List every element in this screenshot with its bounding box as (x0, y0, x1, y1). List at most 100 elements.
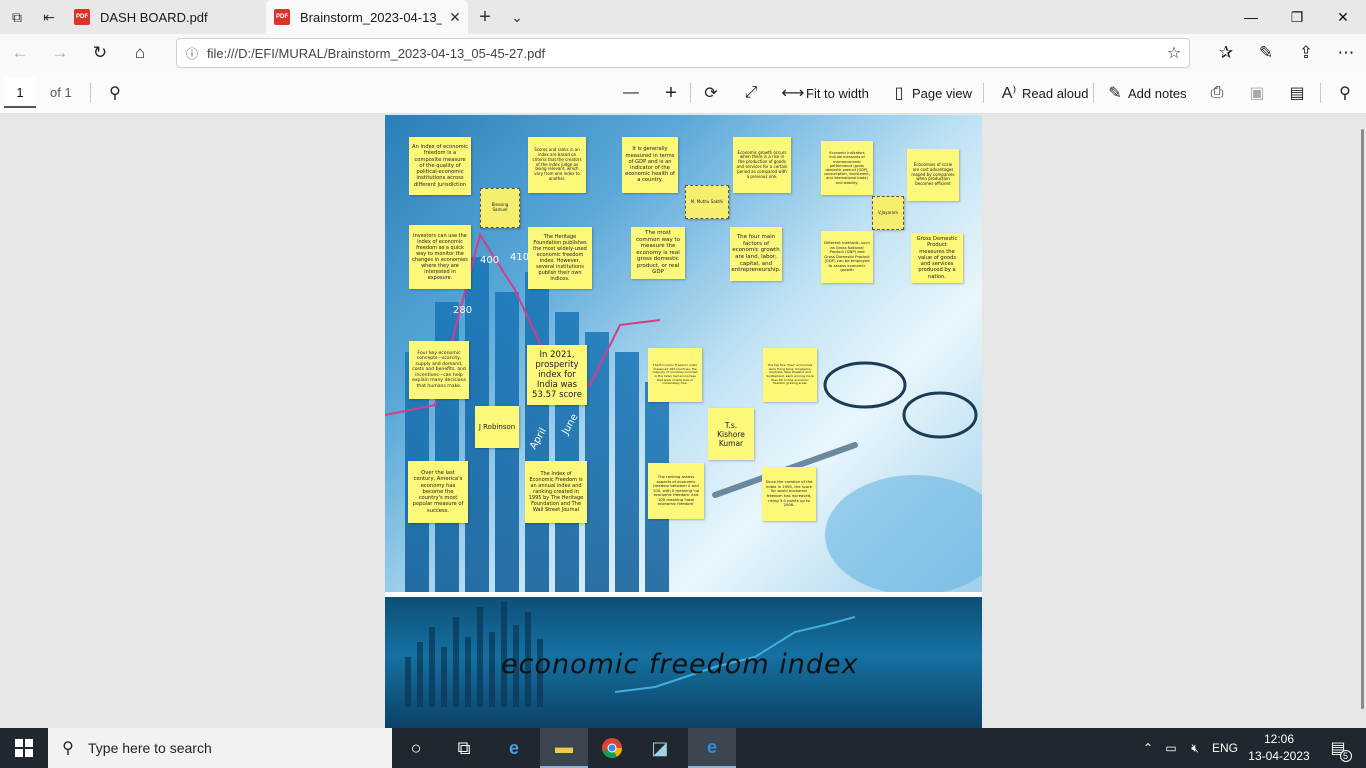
info-icon[interactable]: ⓘ (177, 45, 207, 62)
sticky-note: Scores and ranks in an index are based o… (528, 137, 586, 193)
tab-brainstorm[interactable]: PDF Brainstorm_2023-04-13_ ✕ (266, 0, 468, 34)
tab-back-icon[interactable]: ⇤ (32, 0, 66, 34)
rotate-icon: ⟳ (704, 85, 718, 102)
tab-label: Brainstorm_2023-04-13_ (300, 9, 442, 25)
show-hidden-icons-chevron-icon[interactable]: ⌃ (1138, 728, 1158, 768)
plus-icon: + (665, 81, 677, 104)
divider (90, 83, 91, 103)
sticky-note: In 2021, prosperity index for India was … (527, 345, 587, 405)
sticky-note: Over the last century, America's economy… (408, 461, 468, 523)
pdf-page: 400 410 280 April June An index of econo… (385, 115, 982, 728)
chart-tick-label: 410 (510, 252, 529, 263)
chart-tick-label: 400 (480, 255, 499, 266)
notification-center-icon[interactable]: ▤ 5 (1322, 728, 1354, 768)
pdf-toolbar: 1 of 1 ⚲ — + ⟳ ⤢ ⟷ Fit to width ▯ Page v… (0, 72, 1366, 114)
network-icon[interactable]: ▭ (1160, 728, 1182, 768)
language-indicator[interactable]: ENG (1210, 728, 1240, 768)
divider (1320, 83, 1321, 103)
new-tab-icon[interactable]: + (468, 0, 502, 34)
save-button[interactable]: ▣ (1244, 78, 1270, 108)
fit-to-width-button[interactable]: ⟷ Fit to width (780, 78, 869, 108)
taskbar-search-input[interactable]: ⚲ Type here to search (48, 728, 392, 768)
sticky-note: Gross Domestic Product measures the valu… (911, 233, 963, 283)
rotate-button[interactable]: ⟳ (698, 78, 724, 108)
sticky-note: Since the creation of the index in 1995,… (762, 467, 816, 521)
sticky-note: The most common way to measure the econo… (631, 227, 685, 279)
fit-to-width-label: Fit to width (806, 85, 869, 101)
share-icon[interactable]: ⇪ (1290, 37, 1322, 69)
save-as-icon: ▤ (1289, 85, 1305, 102)
clock[interactable]: 12:06 13-04-2023 (1248, 731, 1310, 765)
notification-count-badge: 5 (1339, 750, 1352, 762)
add-notes-button[interactable]: ✎ Add notes (1102, 78, 1187, 108)
url-field[interactable]: ⓘ file:///D:/EFI/MURAL/Brainstorm_2023-0… (176, 38, 1190, 68)
internet-explorer-icon[interactable]: e (490, 728, 538, 768)
sticky-note: Different methods, such as Gross Nationa… (821, 231, 873, 283)
expand-icon: ⤢ (744, 84, 758, 101)
more-menu-icon[interactable]: ⋯ (1330, 37, 1362, 69)
sticky-note: Economies of scale are cost advantages r… (907, 149, 959, 201)
read-aloud-label: Read aloud (1022, 85, 1089, 101)
page-view-button[interactable]: ▯ Page view (886, 78, 972, 108)
sticky-note: The Economic Freedom index measured 184 … (648, 348, 702, 402)
zoom-in-button[interactable]: + (658, 78, 684, 108)
add-notes-label: Add notes (1128, 85, 1187, 101)
mural-board: 400 410 280 April June An index of econo… (385, 115, 982, 592)
tab-label: DASH BOARD.pdf (100, 9, 208, 25)
url-text: file:///D:/EFI/MURAL/Brainstorm_2023-04-… (207, 45, 546, 61)
chart-tick-label: 280 (453, 305, 472, 316)
back-arrow-icon[interactable]: ← (4, 37, 36, 69)
minimize-button[interactable]: — (1228, 0, 1274, 34)
print-button[interactable]: ⎙ (1204, 78, 1230, 108)
notepad-icon[interactable]: ◪ (636, 728, 684, 768)
cortana-icon[interactable]: ○ (392, 728, 440, 768)
file-explorer-icon[interactable]: ▬ (540, 728, 588, 768)
vertical-scrollbar[interactable] (1361, 129, 1364, 709)
close-tab-icon[interactable]: ✕ (442, 9, 468, 26)
favorite-star-icon[interactable]: ☆ (1159, 43, 1189, 63)
sticky-note: The four main factors of economic growth… (730, 227, 782, 281)
sticky-note: Economic growth occurs when there is a r… (733, 137, 791, 193)
read-aloud-button[interactable]: A⁾ Read aloud (996, 78, 1089, 108)
save-as-button[interactable]: ▤ (1284, 78, 1310, 108)
pin-icon: ⚲ (1339, 85, 1351, 102)
save-icon: ▣ (1249, 85, 1265, 102)
tab-actions-icon[interactable]: ⧉ (0, 0, 34, 34)
print-icon: ⎙ (1210, 84, 1224, 101)
fullscreen-button[interactable]: ⤢ (738, 78, 764, 108)
banner-title: economic freedom index (501, 649, 859, 680)
chrome-logo (602, 738, 623, 759)
title-banner: economic freedom index (385, 597, 982, 728)
zoom-out-button[interactable]: — (618, 78, 644, 108)
volume-muted-icon[interactable]: 🔇︎ (1184, 728, 1206, 768)
start-button[interactable] (0, 728, 48, 768)
pin-toolbar-button[interactable]: ⚲ (1332, 78, 1358, 108)
page-icon: ▯ (894, 85, 904, 102)
edge-icon[interactable]: e (688, 728, 736, 768)
forward-arrow-icon[interactable]: → (44, 37, 76, 69)
fit-width-icon: ⟷ (781, 85, 805, 102)
refresh-icon[interactable]: ↻ (84, 37, 116, 69)
sticky-note: The Index of Economic Freedom is an annu… (525, 461, 587, 523)
search-button[interactable]: ⚲ (102, 78, 128, 108)
task-view-icon[interactable]: ⧉ (440, 728, 488, 768)
sticky-note: Investors can use the index of economic … (409, 225, 471, 289)
home-icon[interactable]: ⌂ (124, 37, 156, 69)
page-number-input[interactable]: 1 (4, 78, 36, 108)
search-icon: ⚲ (62, 740, 74, 757)
chrome-icon[interactable] (588, 728, 636, 768)
favorites-list-icon[interactable]: ✰ (1210, 37, 1242, 69)
pen-icon[interactable]: ✎ (1250, 37, 1282, 69)
restore-button[interactable]: ❐ (1274, 0, 1320, 34)
chevron-down-icon[interactable]: ⌄ (500, 0, 534, 34)
sticky-note-author: Blessing Samuel (480, 188, 520, 228)
search-icon: ⚲ (109, 85, 121, 102)
page-view-label: Page view (912, 85, 972, 101)
pdf-viewer[interactable]: 400 410 280 April June An index of econo… (0, 115, 1366, 728)
tab-dash-board[interactable]: PDF DASH BOARD.pdf (66, 0, 264, 34)
divider (690, 83, 691, 103)
read-aloud-icon: A⁾ (1001, 85, 1017, 102)
taskbar: ⚲ Type here to search ○ ⧉ e ▬ ◪ e ⌃ ▭ 🔇︎… (0, 728, 1366, 768)
pdf-icon: PDF (74, 9, 90, 25)
close-window-button[interactable]: ✕ (1320, 0, 1366, 34)
